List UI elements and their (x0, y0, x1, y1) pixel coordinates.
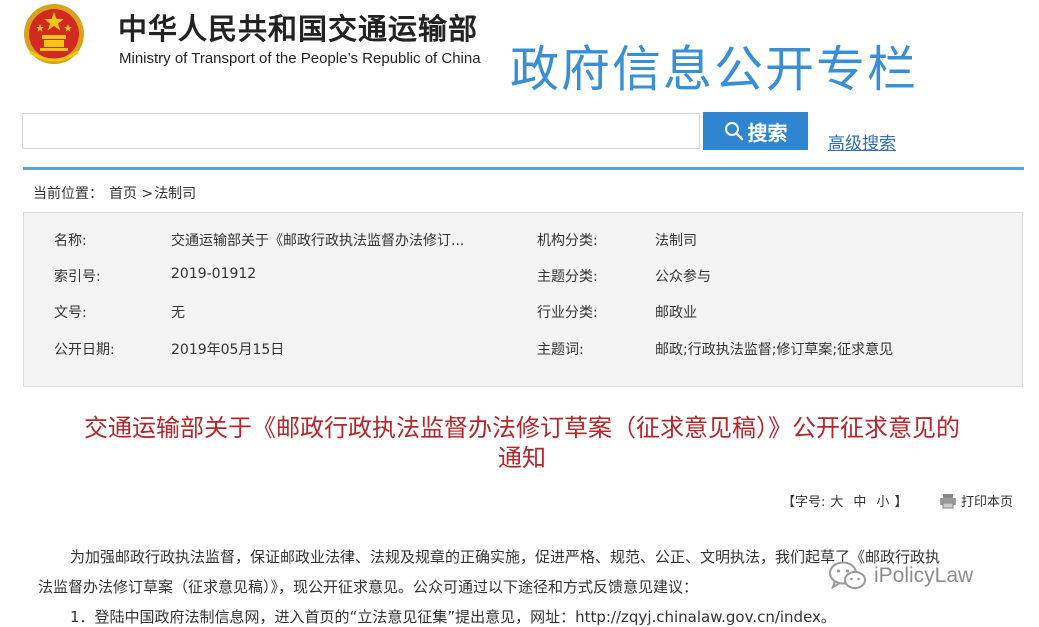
industry-category-label: 行业分类: (537, 305, 598, 321)
font-size-large-button[interactable]: 大 (830, 495, 843, 510)
font-size-medium-button[interactable]: 中 (853, 495, 866, 510)
advanced-search-link[interactable]: 高级搜索 (828, 129, 896, 154)
name-label: 名称: (54, 233, 87, 249)
org-category-value: 法制司 (655, 233, 697, 249)
print-page-button[interactable]: 打印本页 (939, 491, 1013, 510)
ministry-name-cn: 中华人民共和国交通运输部 (118, 12, 479, 46)
breadcrumb-separator: > (141, 186, 154, 202)
index-label: 索引号: (54, 269, 101, 285)
topic-category-label: 主题分类: (537, 269, 598, 285)
paragraph-1-line-2: 法监督办法修订草案（征求意见稿）》，现公开征求意见。公众可通过以下途径和方式反馈… (38, 578, 699, 596)
watermark: iPolicyLaw (828, 560, 973, 592)
search-button[interactable]: 搜索 (703, 112, 808, 150)
doc-number-label: 文号: (54, 305, 87, 321)
publish-date-label: 公开日期: (54, 342, 115, 358)
printer-icon (940, 493, 956, 508)
wechat-icon (829, 561, 866, 590)
header-divider (23, 167, 1024, 170)
industry-category-value: 邮政业 (655, 305, 697, 321)
article-title-line-2: 通知 (498, 444, 546, 472)
breadcrumb: 当前位置： 首页 >法制司 (33, 183, 196, 203)
search-icon (724, 122, 743, 141)
breadcrumb-current-link[interactable]: 法制司 (154, 186, 196, 202)
doc-number-value: 无 (171, 305, 185, 321)
article-title: 交通运输部关于《邮政行政执法监督办法修订草案（征求意见稿）》公开征求意见的 通知 (28, 413, 1016, 473)
topic-category-value: 公众参与 (655, 269, 711, 285)
font-size-selector: 【字号: 大中小】 (782, 491, 907, 510)
breadcrumb-prefix: 当前位置： (33, 186, 103, 202)
search-input[interactable] (22, 113, 700, 149)
print-page-label: 打印本页 (961, 495, 1014, 510)
name-value: 交通运输部关于《邮政行政执法监督办法修订... (171, 233, 465, 249)
paragraph-1-line-1: 为加强邮政行政执法监督，保证邮政业法律、法规及规章的正确实施，促进严格、规范、公… (70, 548, 941, 566)
search-button-label: 搜索 (747, 120, 788, 145)
keywords-value: 邮政;行政执法监督;修订草案;征求意见 (655, 342, 894, 358)
publish-date-value: 2019年05月15日 (171, 342, 285, 358)
index-value: 2019-01912 (171, 266, 257, 282)
keywords-label: 主题词: (537, 342, 584, 358)
national-emblem-icon (22, 2, 86, 68)
org-category-label: 机构分类: (537, 233, 598, 249)
font-size-label: 【字号: (782, 495, 826, 510)
watermark-text: iPolicyLaw (874, 564, 974, 587)
breadcrumb-home-link[interactable]: 首页 (109, 186, 137, 202)
font-size-close-bracket: 】 (894, 495, 908, 510)
column-title: 政府信息公开专栏 (510, 41, 919, 98)
font-size-small-button[interactable]: 小 (876, 495, 889, 510)
list-item-1: 1．登陆中国政府法制信息网，进入首页的“立法意见征集”提出意见，网址：http:… (70, 608, 836, 626)
article-title-line-1: 交通运输部关于《邮政行政执法监督办法修订草案（征求意见稿）》公开征求意见的 (84, 414, 960, 442)
ministry-name-en: Ministry of Transport of the People’s Re… (119, 50, 481, 67)
